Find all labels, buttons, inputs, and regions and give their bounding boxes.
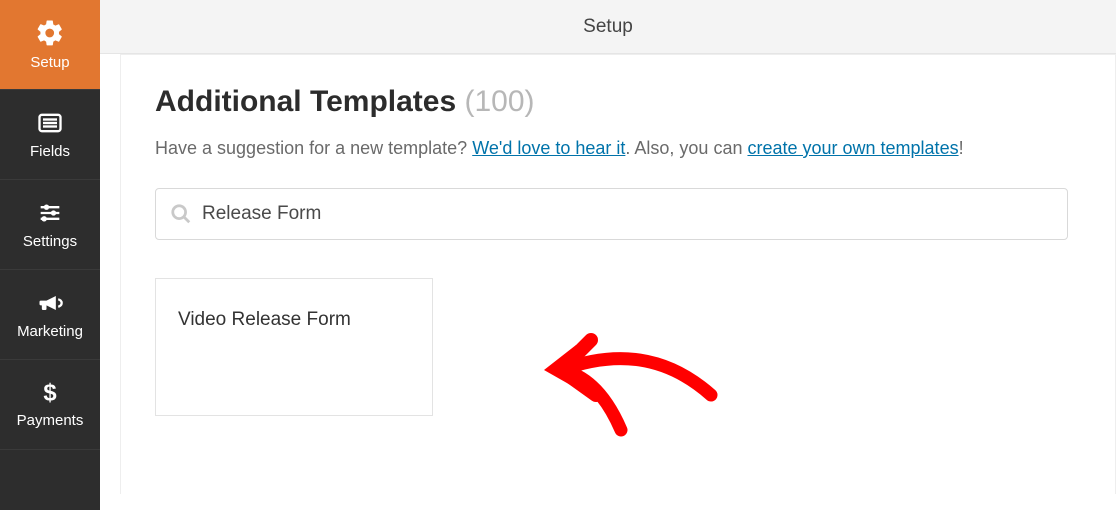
sidebar-item-label: Settings bbox=[23, 233, 77, 250]
search-input[interactable] bbox=[202, 203, 1053, 225]
gear-icon bbox=[35, 18, 65, 48]
svg-text:$: $ bbox=[43, 380, 56, 406]
suggestion-link[interactable]: We'd love to hear it bbox=[472, 138, 625, 158]
main-content: Additional Templates (100) Have a sugges… bbox=[120, 54, 1116, 494]
sidebar-item-settings[interactable]: Settings bbox=[0, 180, 100, 270]
template-card[interactable]: Video Release Form bbox=[155, 278, 433, 416]
annotation-arrow-icon bbox=[516, 295, 736, 445]
subtext-prefix: Have a suggestion for a new template? bbox=[155, 138, 472, 158]
sidebar-item-marketing[interactable]: Marketing bbox=[0, 270, 100, 360]
subtext-suffix: ! bbox=[959, 138, 964, 158]
search-icon bbox=[170, 203, 192, 225]
template-title: Video Release Form bbox=[178, 309, 351, 331]
sidebar-item-label: Marketing bbox=[17, 323, 83, 340]
bullhorn-icon bbox=[36, 289, 64, 317]
create-templates-link[interactable]: create your own templates bbox=[747, 138, 958, 158]
templates-heading: Additional Templates (100) bbox=[155, 85, 1081, 119]
subtext-mid: . Also, you can bbox=[625, 138, 747, 158]
sidebar-item-label: Setup bbox=[30, 54, 69, 71]
page-title: Setup bbox=[583, 16, 633, 38]
search-wrap[interactable] bbox=[155, 188, 1068, 240]
list-icon bbox=[36, 109, 64, 137]
sliders-icon bbox=[36, 199, 64, 227]
sidebar-item-payments[interactable]: $ Payments bbox=[0, 360, 100, 450]
sidebar-item-fields[interactable]: Fields bbox=[0, 90, 100, 180]
sidebar-item-label: Fields bbox=[30, 143, 70, 160]
sidebar: Setup Fields Settings Marketing $ Paymen… bbox=[0, 0, 100, 510]
dollar-icon: $ bbox=[37, 380, 63, 406]
subtext: Have a suggestion for a new template? We… bbox=[155, 135, 1081, 162]
heading-text: Additional Templates bbox=[155, 85, 456, 118]
sidebar-item-label: Payments bbox=[17, 412, 84, 429]
topbar: Setup bbox=[100, 0, 1116, 54]
sidebar-item-setup[interactable]: Setup bbox=[0, 0, 100, 90]
heading-count: (100) bbox=[465, 85, 535, 118]
